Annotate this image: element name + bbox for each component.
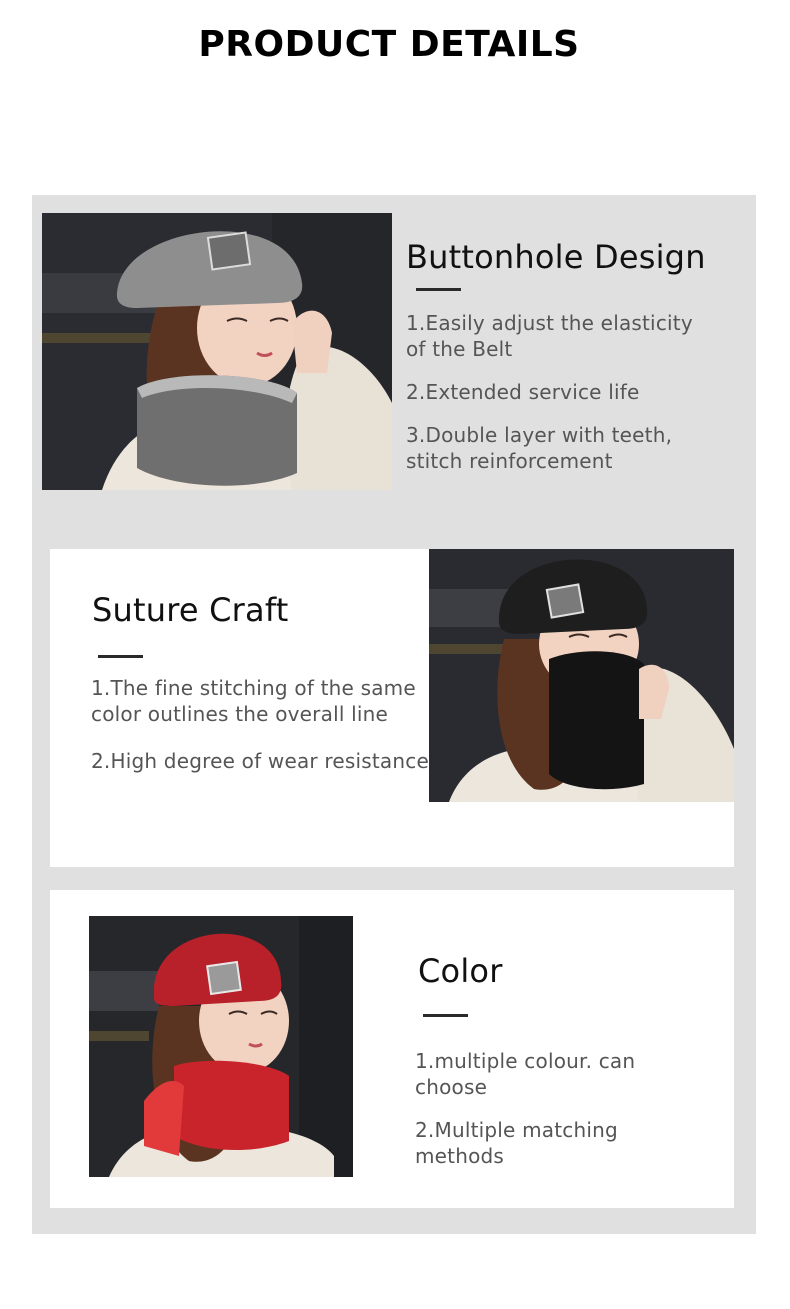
product-photo-black (429, 549, 734, 802)
heading-divider (98, 655, 143, 658)
section-heading-suture: Suture Craft (92, 591, 289, 629)
heading-divider (416, 288, 461, 291)
feature-point: 2.High degree of wear resistance (91, 749, 429, 773)
feature-point: 1.The fine stitching of the same color o… (91, 676, 416, 726)
section-heading-color: Color (418, 952, 503, 990)
heading-divider (423, 1014, 468, 1017)
feature-point: 2.Extended service life (406, 380, 640, 404)
page-title: PRODUCT DETAILS (198, 24, 580, 65)
feature-point: 3.Double layer with teeth, stitch reinfo… (406, 423, 673, 473)
product-photo-gray (42, 213, 392, 490)
feature-point: 2.Multiple matching methods (415, 1118, 618, 1168)
feature-point: 1.multiple colour. can choose (415, 1049, 636, 1099)
feature-point: 1.Easily adjust the elasticity of the Be… (406, 311, 693, 361)
product-photo-red (89, 916, 353, 1177)
section-heading-buttonhole: Buttonhole Design (406, 238, 706, 276)
